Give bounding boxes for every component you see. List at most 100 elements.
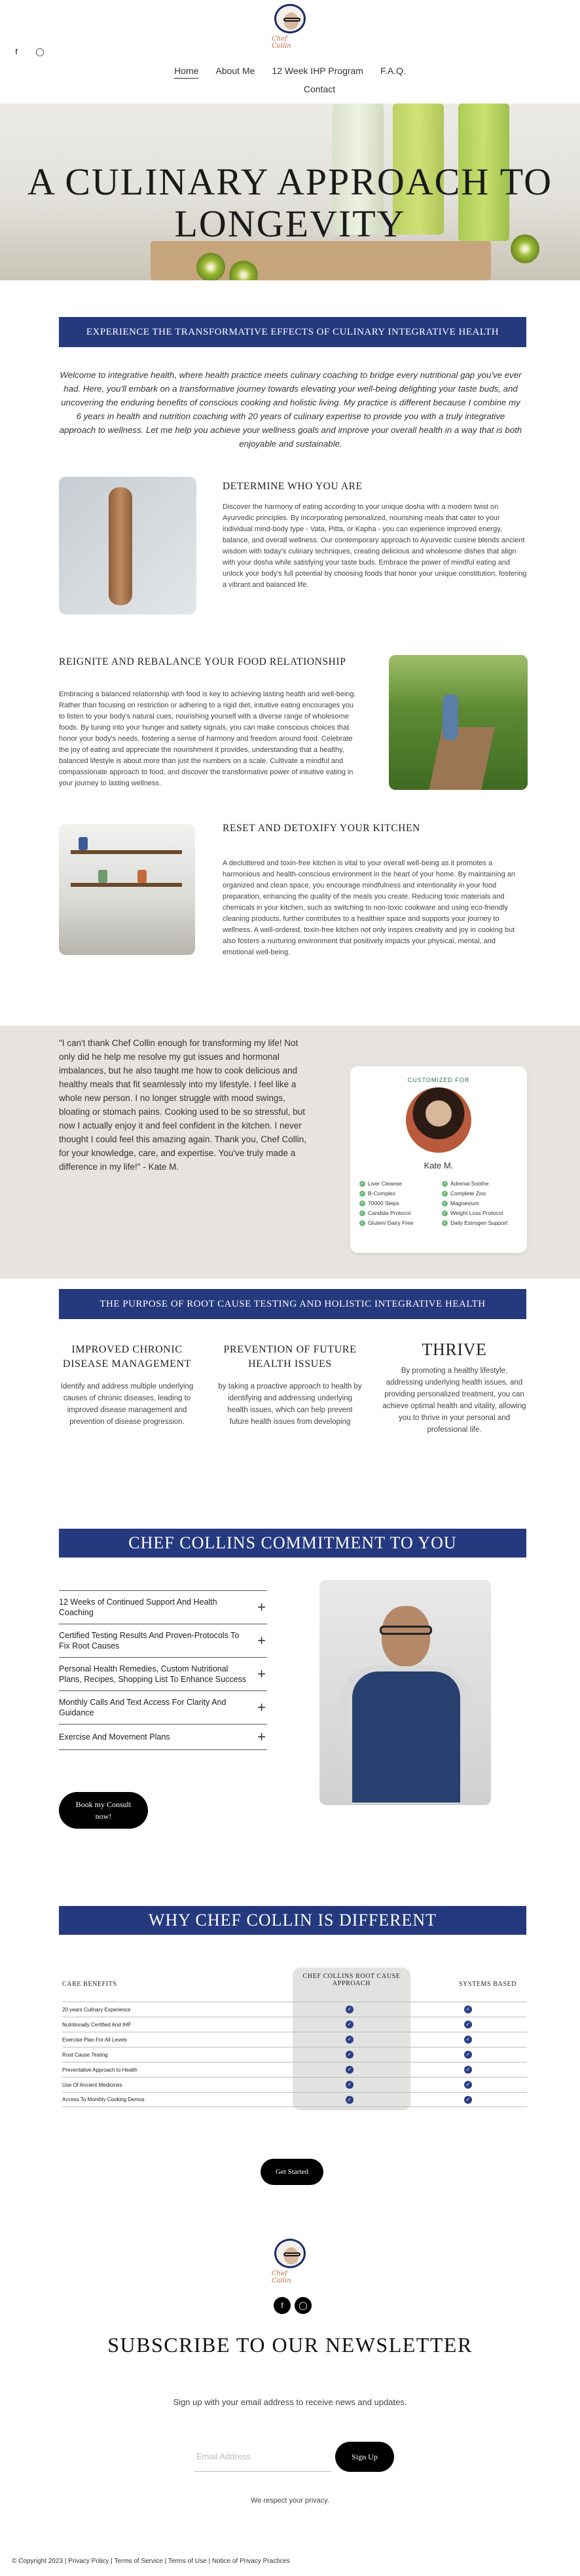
check-icon: ✓ [442, 1201, 448, 1206]
get-started-button[interactable]: Get Started [261, 2159, 323, 2185]
check-icon: ✓ [359, 1220, 365, 1226]
block-body-reset: A decluttered and toxin-free kitchen is … [223, 859, 515, 956]
nav-contact[interactable]: Contact [304, 84, 335, 94]
check-icon: ✓ [346, 2081, 353, 2089]
accordion-item[interactable]: Monthly Calls And Text Access For Clarit… [59, 1690, 267, 1724]
check-icon: ✓ [442, 1210, 448, 1216]
card-list-item: ✓ Daily Estrogen Support [442, 1220, 508, 1226]
hero-banner: A Culinary Approach to Longevity [0, 103, 580, 280]
intro-text: Welcome to integrative health, where hea… [59, 370, 522, 449]
different-banner: Why Chef Collin Is Different [59, 1906, 526, 1935]
purpose-col-title: Prevention of Future Health Issues [223, 1344, 357, 1370]
accordion-item[interactable]: Personal Health Remedies, Custom Nutriti… [59, 1657, 267, 1690]
logo-emblem [274, 2239, 306, 2268]
comparison-row: Exercise Plan For All Levels ✓ ✓ [62, 2032, 527, 2047]
check-icon: ✓ [346, 2095, 353, 2104]
copyright-links[interactable]: © Copyright 2023 | Privacy Policy | Term… [12, 2558, 290, 2565]
hero-title: A Culinary Approach to Longevity [27, 160, 553, 245]
newsletter-subtitle: Sign up with your email address to recei… [173, 2397, 407, 2407]
plus-icon[interactable]: + [257, 1667, 266, 1681]
logo-text: Chef Collin [272, 2270, 291, 2285]
nav-program[interactable]: 12 Week IHP Program [272, 65, 363, 79]
client-card: Customized For Kate M. ✓ Liver Cleanse ✓ B… [350, 1066, 527, 1253]
newsletter-title: Subscribe to Our Newsletter [107, 2333, 473, 2357]
check-icon: ✓ [346, 2006, 353, 2013]
comparison-col-benefits: Care Benefits [62, 1981, 117, 1988]
check-icon: ✓ [464, 2081, 472, 2089]
logo-text: Chef Collin [272, 35, 291, 50]
site-logo[interactable]: Chef Collin [272, 4, 308, 50]
check-icon: ✓ [464, 2066, 472, 2074]
purpose-banner: The Purpose of Root Cause Testing and Ho… [59, 1289, 526, 1319]
card-list-right: ✓ Adrenal Soothe ✓ Complete Zinc ✓ Magnesiu… [442, 1179, 507, 1228]
card-list-item: ✓ 70000 Steps [359, 1200, 399, 1206]
check-icon: ✓ [464, 2021, 472, 2028]
check-icon: ✓ [359, 1201, 365, 1206]
accordion-item[interactable]: 12 Weeks of Continued Support And Health… [59, 1590, 267, 1624]
plus-icon[interactable]: + [257, 1600, 266, 1615]
block-body-rebalance: Embracing a balanced relationship with f… [59, 690, 356, 787]
logo-emblem [274, 4, 306, 33]
email-field[interactable] [194, 2442, 331, 2472]
instagram-icon[interactable]: ◯ [35, 47, 45, 56]
block-title-determine: Determine Who You Are [223, 481, 363, 492]
facebook-icon[interactable]: f [274, 2297, 291, 2314]
purpose-col-body: Identify and address multiple underlying… [60, 1383, 194, 1426]
comparison-row: Access To Monthly Cooking Demos ✓ ✓ [62, 2092, 527, 2107]
commitment-banner: Chef Collins Commitment To You [59, 1529, 526, 1558]
card-list-item: ✓ Liver Cleanse [359, 1180, 402, 1187]
effects-banner: Experience the Transformative Effects of… [59, 317, 526, 347]
nav-home[interactable]: Home [174, 65, 199, 79]
site-header: f ◯ Chef Collin Home About Me 12 Week IH… [0, 0, 580, 103]
check-icon: ✓ [346, 2066, 353, 2074]
check-icon: ✓ [464, 2036, 472, 2044]
card-list-item: ✓ Weight Loss Protocol [442, 1210, 503, 1216]
header-social: f ◯ [12, 47, 45, 56]
instagram-icon[interactable]: ◯ [295, 2297, 312, 2314]
block-body-determine: Discover the harmony of eating according… [223, 503, 527, 589]
commitment-accordion: 12 Weeks of Continued Support And Health… [59, 1590, 267, 1750]
block-title-rebalance: Reignite and Rebalance Your Food Relatio… [59, 656, 346, 667]
comparison-row: Use Of Ancient Medicines ✓ ✓ [62, 2077, 527, 2092]
check-icon: ✓ [442, 1220, 448, 1226]
nav-about[interactable]: About Me [215, 65, 255, 79]
testimonial-quote: "I can't thank Chef Collin enough for tr… [59, 1038, 306, 1172]
card-list-item: ✓ Complete Zinc [442, 1190, 486, 1197]
check-icon: ✓ [359, 1191, 365, 1197]
block-title-reset: Reset and Detoxify Your Kitchen [223, 823, 420, 834]
purpose-col-chronic: Improved Chronic Disease Management Iden… [55, 1343, 199, 1428]
mannequin-image [59, 477, 196, 614]
purpose-col-prevention: Prevention of Future Health Issues by ta… [218, 1343, 362, 1428]
privacy-note: We respect your privacy. [250, 2497, 330, 2505]
comparison-col-systems: Systems Based [458, 1981, 517, 1988]
card-tag: Customized For [407, 1077, 470, 1083]
kitchen-image [59, 824, 195, 955]
plus-icon[interactable]: + [257, 1700, 266, 1715]
facebook-icon[interactable]: f [12, 47, 21, 56]
accordion-item[interactable]: Certified Testing Results And Proven-Pro… [59, 1624, 267, 1657]
garden-image [389, 655, 528, 790]
client-avatar [406, 1087, 471, 1153]
check-icon: ✓ [464, 2006, 472, 2013]
comparison-row: Root Cause Testing ✓ ✓ [62, 2047, 527, 2062]
check-icon: ✓ [464, 2095, 472, 2104]
plus-icon[interactable]: + [257, 1633, 266, 1648]
check-icon: ✓ [346, 2036, 353, 2044]
accordion-item[interactable]: Exercise And Movement Plans + [59, 1724, 267, 1750]
main-nav: Home About Me 12 Week IHP Program F.A.Q.… [0, 65, 580, 94]
check-icon: ✓ [346, 2051, 353, 2059]
signup-button[interactable]: Sign Up [335, 2442, 394, 2472]
check-icon: ✓ [346, 2021, 353, 2028]
chef-photo [319, 1580, 491, 1805]
nav-faq[interactable]: F.A.Q. [380, 65, 406, 79]
purpose-col-title: Improved Chronic Disease Management [62, 1344, 192, 1370]
card-list-item: ✓ Adrenal Soothe [442, 1180, 489, 1187]
comparison-row: Nutritionally Certified And IHP ✓ ✓ [62, 2017, 527, 2032]
book-consult-button[interactable]: Book my Consult now! [59, 1792, 148, 1829]
card-list-item: ✓ Gluten/ Dairy Free [359, 1220, 414, 1226]
check-icon: ✓ [442, 1191, 448, 1197]
plus-icon[interactable]: + [257, 1730, 266, 1744]
card-list-left: ✓ Liver Cleanse ✓ B-Complex ✓ 70000 Steps ✓… [359, 1179, 413, 1228]
footer-logo[interactable]: Chef Collin [272, 2239, 308, 2285]
card-list-item: ✓ B-Complex [359, 1190, 396, 1197]
